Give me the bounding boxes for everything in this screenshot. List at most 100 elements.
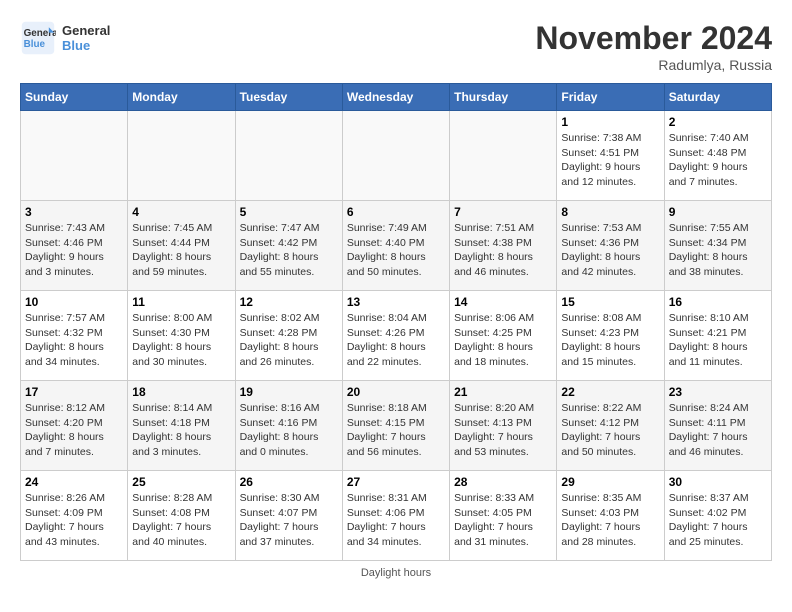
calendar-cell: 15 Sunrise: 8:08 AM Sunset: 4:23 PM Dayli… bbox=[557, 291, 664, 381]
logo-line2: Blue bbox=[62, 38, 110, 53]
day-number: 15 bbox=[561, 295, 659, 309]
day-info: Sunrise: 8:31 AM Sunset: 4:06 PM Dayligh… bbox=[347, 491, 445, 550]
day-info: Sunrise: 7:51 AM Sunset: 4:38 PM Dayligh… bbox=[454, 221, 552, 280]
day-info: Sunrise: 8:12 AM Sunset: 4:20 PM Dayligh… bbox=[25, 401, 123, 460]
day-info: Sunrise: 7:49 AM Sunset: 4:40 PM Dayligh… bbox=[347, 221, 445, 280]
day-number: 11 bbox=[132, 295, 230, 309]
day-info: Sunrise: 8:37 AM Sunset: 4:02 PM Dayligh… bbox=[669, 491, 767, 550]
calendar-cell: 26 Sunrise: 8:30 AM Sunset: 4:07 PM Dayli… bbox=[235, 471, 342, 561]
calendar-cell: 21 Sunrise: 8:20 AM Sunset: 4:13 PM Dayli… bbox=[450, 381, 557, 471]
day-number: 3 bbox=[25, 205, 123, 219]
calendar-cell: 30Sunrise: 8:37 AM Sunset: 4:02 PM Dayli… bbox=[664, 471, 771, 561]
calendar-cell bbox=[128, 111, 235, 201]
calendar-cell: 22 Sunrise: 8:22 AM Sunset: 4:12 PM Dayli… bbox=[557, 381, 664, 471]
day-number: 24 bbox=[25, 475, 123, 489]
calendar-cell bbox=[21, 111, 128, 201]
calendar-cell: 14 Sunrise: 8:06 AM Sunset: 4:25 PM Dayli… bbox=[450, 291, 557, 381]
day-info: Sunrise: 7:57 AM Sunset: 4:32 PM Dayligh… bbox=[25, 311, 123, 370]
calendar-cell: 19 Sunrise: 8:16 AM Sunset: 4:16 PM Dayli… bbox=[235, 381, 342, 471]
calendar-cell: 12Sunrise: 8:02 AM Sunset: 4:28 PM Dayli… bbox=[235, 291, 342, 381]
calendar-cell: 23 Sunrise: 8:24 AM Sunset: 4:11 PM Dayli… bbox=[664, 381, 771, 471]
day-number: 21 bbox=[454, 385, 552, 399]
day-number: 14 bbox=[454, 295, 552, 309]
day-number: 13 bbox=[347, 295, 445, 309]
calendar-cell: 6 Sunrise: 7:49 AM Sunset: 4:40 PM Daylig… bbox=[342, 201, 449, 291]
day-info: Sunrise: 8:18 AM Sunset: 4:15 PM Dayligh… bbox=[347, 401, 445, 460]
day-number: 29 bbox=[561, 475, 659, 489]
day-number: 17 bbox=[25, 385, 123, 399]
day-number: 8 bbox=[561, 205, 659, 219]
calendar-day-header: Tuesday bbox=[235, 84, 342, 111]
calendar-cell: 13 Sunrise: 8:04 AM Sunset: 4:26 PM Dayli… bbox=[342, 291, 449, 381]
calendar-cell: 4Sunrise: 7:45 AM Sunset: 4:44 PM Daylig… bbox=[128, 201, 235, 291]
calendar-cell: 28 Sunrise: 8:33 AM Sunset: 4:05 PM Dayli… bbox=[450, 471, 557, 561]
day-number: 19 bbox=[240, 385, 338, 399]
day-number: 23 bbox=[669, 385, 767, 399]
day-number: 9 bbox=[669, 205, 767, 219]
day-info: Sunrise: 8:28 AM Sunset: 4:08 PM Dayligh… bbox=[132, 491, 230, 550]
calendar-cell: 18 Sunrise: 8:14 AM Sunset: 4:18 PM Dayli… bbox=[128, 381, 235, 471]
day-number: 12 bbox=[240, 295, 338, 309]
calendar-day-header: Wednesday bbox=[342, 84, 449, 111]
calendar-day-header: Sunday bbox=[21, 84, 128, 111]
page-header: General Blue General Blue November 2024 … bbox=[20, 20, 772, 73]
day-number: 22 bbox=[561, 385, 659, 399]
day-info: Sunrise: 8:30 AM Sunset: 4:07 PM Dayligh… bbox=[240, 491, 338, 550]
day-info: Sunrise: 8:22 AM Sunset: 4:12 PM Dayligh… bbox=[561, 401, 659, 460]
calendar-cell: 29 Sunrise: 8:35 AM Sunset: 4:03 PM Dayli… bbox=[557, 471, 664, 561]
day-info: Sunrise: 7:55 AM Sunset: 4:34 PM Dayligh… bbox=[669, 221, 767, 280]
calendar-cell: 7 Sunrise: 7:51 AM Sunset: 4:38 PM Daylig… bbox=[450, 201, 557, 291]
day-info: Sunrise: 8:08 AM Sunset: 4:23 PM Dayligh… bbox=[561, 311, 659, 370]
calendar-cell bbox=[450, 111, 557, 201]
day-number: 27 bbox=[347, 475, 445, 489]
day-number: 20 bbox=[347, 385, 445, 399]
day-number: 6 bbox=[347, 205, 445, 219]
calendar-cell: 27 Sunrise: 8:31 AM Sunset: 4:06 PM Dayli… bbox=[342, 471, 449, 561]
day-info: Sunrise: 8:16 AM Sunset: 4:16 PM Dayligh… bbox=[240, 401, 338, 460]
day-info: Sunrise: 7:45 AM Sunset: 4:44 PM Dayligh… bbox=[132, 221, 230, 280]
day-info: Sunrise: 7:47 AM Sunset: 4:42 PM Dayligh… bbox=[240, 221, 338, 280]
day-number: 25 bbox=[132, 475, 230, 489]
calendar-cell bbox=[235, 111, 342, 201]
day-info: Sunrise: 8:33 AM Sunset: 4:05 PM Dayligh… bbox=[454, 491, 552, 550]
calendar-table: SundayMondayTuesdayWednesdayThursdayFrid… bbox=[20, 83, 772, 561]
calendar-cell: 2 Sunrise: 7:40 AM Sunset: 4:48 PM Daylig… bbox=[664, 111, 771, 201]
day-info: Sunrise: 8:24 AM Sunset: 4:11 PM Dayligh… bbox=[669, 401, 767, 460]
logo-icon: General Blue bbox=[20, 20, 56, 56]
calendar-cell: 11Sunrise: 8:00 AM Sunset: 4:30 PM Dayli… bbox=[128, 291, 235, 381]
logo-line1: General bbox=[62, 23, 110, 38]
calendar-cell: 17 Sunrise: 8:12 AM Sunset: 4:20 PM Dayli… bbox=[21, 381, 128, 471]
month-title: November 2024 bbox=[535, 20, 772, 57]
day-number: 10 bbox=[25, 295, 123, 309]
day-number: 26 bbox=[240, 475, 338, 489]
calendar-week-row: 3Sunrise: 7:43 AM Sunset: 4:46 PM Daylig… bbox=[21, 201, 772, 291]
calendar-cell: 9 Sunrise: 7:55 AM Sunset: 4:34 PM Daylig… bbox=[664, 201, 771, 291]
calendar-cell: 10 Sunrise: 7:57 AM Sunset: 4:32 PM Dayli… bbox=[21, 291, 128, 381]
calendar-cell: 16Sunrise: 8:10 AM Sunset: 4:21 PM Dayli… bbox=[664, 291, 771, 381]
day-info: Sunrise: 8:10 AM Sunset: 4:21 PM Dayligh… bbox=[669, 311, 767, 370]
day-number: 2 bbox=[669, 115, 767, 129]
day-number: 18 bbox=[132, 385, 230, 399]
calendar-cell: 20 Sunrise: 8:18 AM Sunset: 4:15 PM Dayli… bbox=[342, 381, 449, 471]
day-number: 28 bbox=[454, 475, 552, 489]
calendar-day-header: Saturday bbox=[664, 84, 771, 111]
day-number: 1 bbox=[561, 115, 659, 129]
calendar-week-row: 17 Sunrise: 8:12 AM Sunset: 4:20 PM Dayli… bbox=[21, 381, 772, 471]
title-block: November 2024 Radumlya, Russia bbox=[535, 20, 772, 73]
calendar-cell: 1Sunrise: 7:38 AM Sunset: 4:51 PM Daylig… bbox=[557, 111, 664, 201]
day-info: Sunrise: 8:20 AM Sunset: 4:13 PM Dayligh… bbox=[454, 401, 552, 460]
day-number: 7 bbox=[454, 205, 552, 219]
day-info: Sunrise: 7:53 AM Sunset: 4:36 PM Dayligh… bbox=[561, 221, 659, 280]
day-info: Sunrise: 8:14 AM Sunset: 4:18 PM Dayligh… bbox=[132, 401, 230, 460]
calendar-day-header: Friday bbox=[557, 84, 664, 111]
calendar-header-row: SundayMondayTuesdayWednesdayThursdayFrid… bbox=[21, 84, 772, 111]
day-info: Sunrise: 8:35 AM Sunset: 4:03 PM Dayligh… bbox=[561, 491, 659, 550]
calendar-day-header: Monday bbox=[128, 84, 235, 111]
day-info: Sunrise: 8:06 AM Sunset: 4:25 PM Dayligh… bbox=[454, 311, 552, 370]
day-info: Sunrise: 7:40 AM Sunset: 4:48 PM Dayligh… bbox=[669, 131, 767, 190]
calendar-cell: 5Sunrise: 7:47 AM Sunset: 4:42 PM Daylig… bbox=[235, 201, 342, 291]
day-info: Sunrise: 8:04 AM Sunset: 4:26 PM Dayligh… bbox=[347, 311, 445, 370]
calendar-cell: 8 Sunrise: 7:53 AM Sunset: 4:36 PM Daylig… bbox=[557, 201, 664, 291]
calendar-cell: 24Sunrise: 8:26 AM Sunset: 4:09 PM Dayli… bbox=[21, 471, 128, 561]
calendar-cell: 3Sunrise: 7:43 AM Sunset: 4:46 PM Daylig… bbox=[21, 201, 128, 291]
